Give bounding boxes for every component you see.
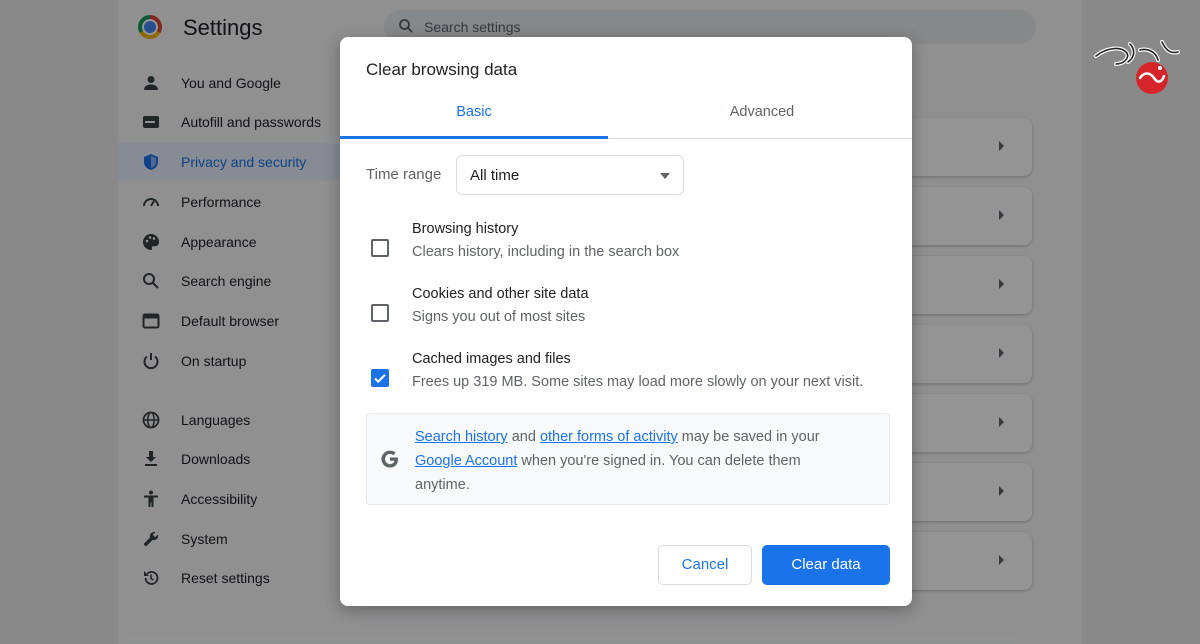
time-range-value: All time (470, 167, 520, 184)
dialog-tabs: Basic Advanced (340, 91, 912, 139)
clear-data-button[interactable]: Clear data (762, 545, 890, 585)
cached-images-checkbox[interactable] (371, 369, 389, 387)
other-activity-link[interactable]: other forms of activity (540, 429, 678, 445)
info-text-part: may be saved in your (677, 429, 820, 445)
browsing-history-checkbox[interactable] (371, 239, 389, 257)
cancel-button[interactable]: Cancel (658, 545, 752, 585)
option-title: Cookies and other site data (412, 286, 589, 302)
dropdown-arrow-icon (660, 173, 670, 179)
option-title: Cached images and files (412, 351, 571, 367)
time-range-label: Time range (366, 166, 442, 183)
google-g-icon (381, 450, 398, 468)
option-browsing-history: Browsing history Clears history, includi… (340, 221, 912, 275)
option-description: Signs you out of most sites (412, 309, 586, 325)
option-cookies: Cookies and other site data Signs you ou… (340, 286, 912, 340)
time-range-select[interactable]: All time (456, 155, 684, 195)
search-history-link[interactable]: Search history (415, 429, 508, 445)
tab-basic[interactable]: Basic (340, 91, 608, 139)
info-text-part: and (507, 429, 540, 445)
info-text: Search history and other forms of activi… (415, 425, 855, 497)
dialog-title: Clear browsing data (366, 60, 518, 79)
site-watermark-logo (1094, 40, 1180, 94)
option-description: Frees up 319 MB. Some sites may load mor… (412, 374, 864, 390)
clear-browsing-data-dialog: Clear browsing data Basic Advanced Time … (340, 37, 912, 606)
tab-advanced[interactable]: Advanced (626, 91, 898, 139)
cookies-checkbox[interactable] (371, 304, 389, 322)
option-title: Browsing history (412, 221, 519, 237)
option-cached-images: Cached images and files Frees up 319 MB.… (340, 351, 912, 405)
google-account-info: Search history and other forms of activi… (366, 413, 890, 505)
option-description: Clears history, including in the search … (412, 244, 680, 260)
google-account-link[interactable]: Google Account (415, 453, 517, 469)
checkmark-icon (374, 374, 386, 384)
